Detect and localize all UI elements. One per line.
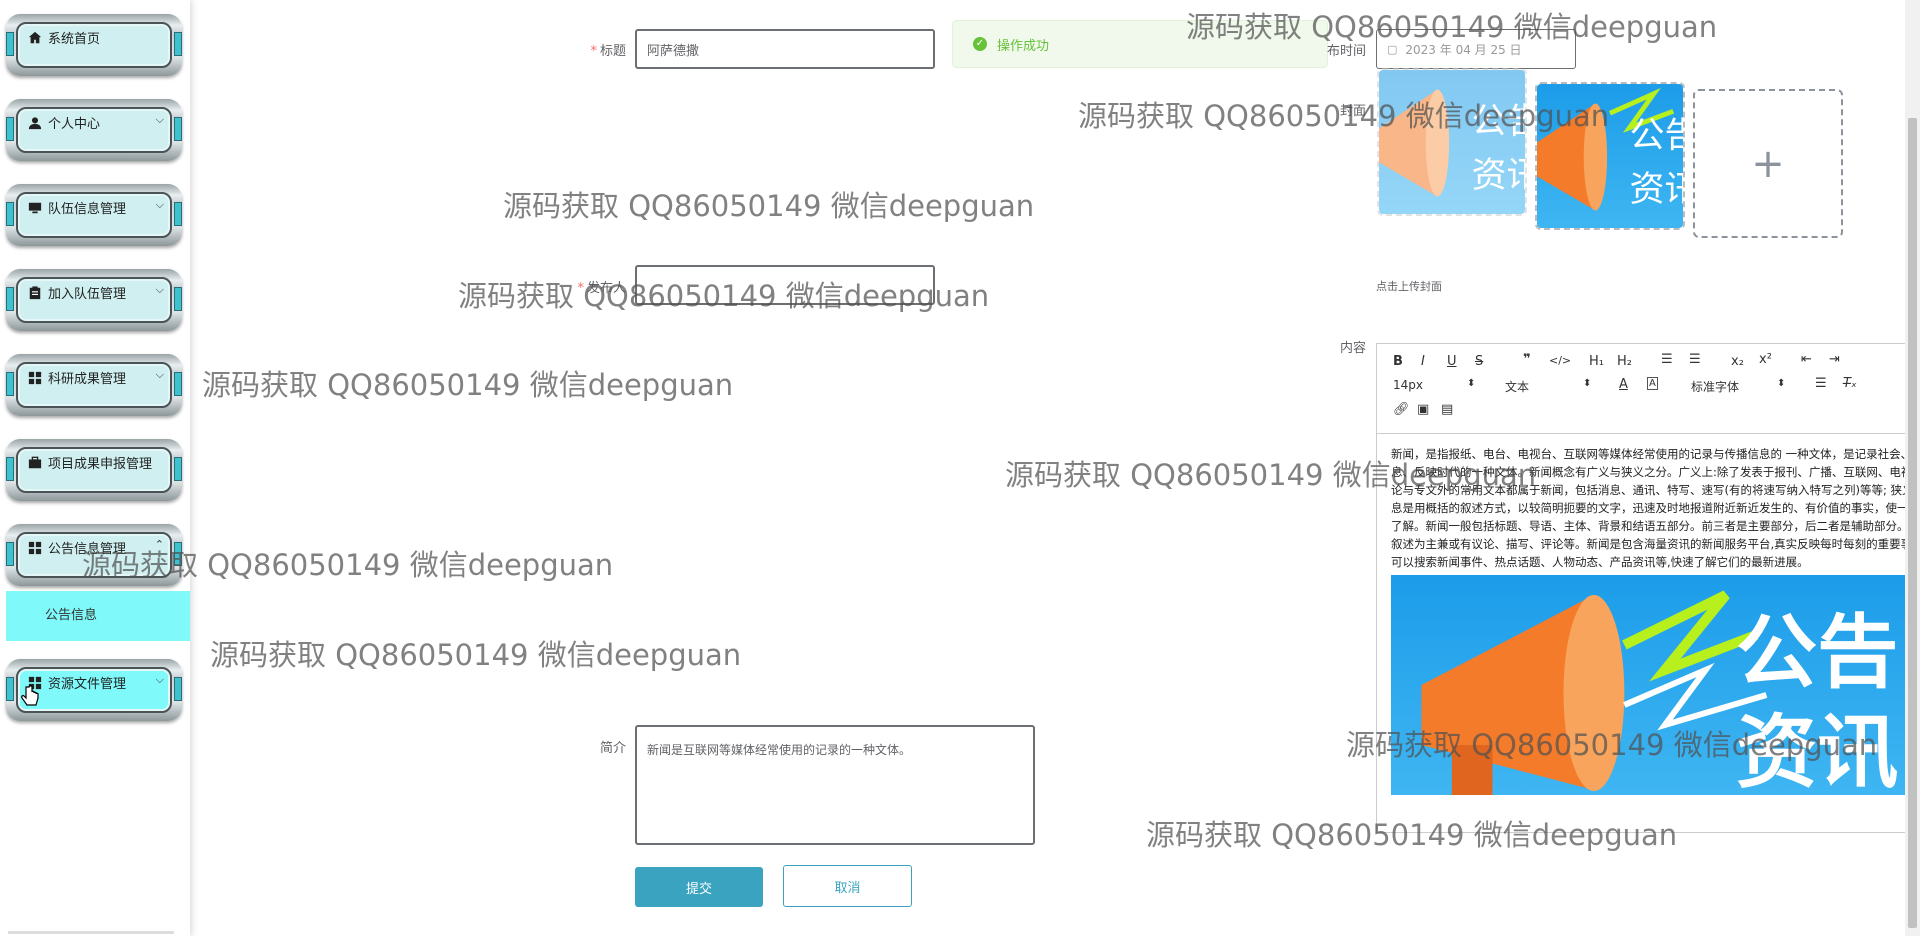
title-label: * 标题 — [590, 44, 626, 59]
sidebar-item-label: 科研成果管理 — [48, 372, 127, 387]
editor-paragraph: 新闻，是指报纸、电台、电视台、互联网等媒体经常使用的记录与传播信息的 一种文体，… — [1391, 447, 1920, 569]
paragraph-select[interactable]: 文本 — [1505, 378, 1529, 395]
font-family-arrows-icon: ⬍ — [1777, 378, 1786, 389]
bullet-list-icon[interactable]: ☰ — [1689, 352, 1701, 367]
grid-icon — [28, 541, 42, 554]
poster-text: 资讯 — [1629, 169, 1683, 210]
code-icon[interactable]: </> — [1549, 354, 1571, 367]
editor-toolbar: B I U S ❞ </> H₁ H₂ ☰ ☰ x₂ x² ⇤ ⇥ 14px ⬍… — [1377, 344, 1920, 434]
poster-text: 资讯 — [1736, 707, 1898, 795]
calendar-icon: ▢ — [1387, 42, 1398, 56]
indent-icon[interactable]: ⇥ — [1829, 352, 1840, 367]
quote-icon[interactable]: ❞ — [1523, 352, 1531, 367]
chevron-down-icon: ⌵ — [155, 198, 164, 211]
clear-format-icon[interactable]: T̶ₓ — [1843, 376, 1857, 391]
cover-thumbnail[interactable]: 公告资讯 — [1535, 82, 1685, 230]
cancel-button[interactable]: 取消 — [783, 865, 912, 907]
rich-text-editor[interactable]: B I U S ❞ </> H₁ H₂ ☰ ☰ x₂ x² ⇤ ⇥ 14px ⬍… — [1376, 343, 1920, 833]
font-color-icon[interactable]: A — [1619, 377, 1628, 392]
sidebar-item-label: 队伍信息管理 — [48, 202, 127, 217]
sidebar-item-research[interactable]: 科研成果管理 ⌵ — [6, 354, 182, 416]
sidebar-item-label: 系统首页 — [48, 32, 101, 47]
font-size-arrows-icon: ⬍ — [1467, 378, 1476, 389]
sidebar-item-personal-center[interactable]: 个人中心 ⌵ — [6, 99, 182, 161]
publish-time-label: 布时间 — [1326, 44, 1366, 59]
intro-label: 简介 — [599, 741, 626, 756]
outdent-icon[interactable]: ⇤ — [1801, 352, 1812, 367]
chevron-down-icon: ⌵ — [155, 673, 164, 686]
sidebar-item-team-info[interactable]: 队伍信息管理 ⌵ — [6, 184, 182, 246]
strike-icon[interactable]: S — [1475, 354, 1483, 369]
chevron-up-icon: ⌃ — [154, 538, 164, 551]
underline-icon[interactable]: U — [1447, 354, 1457, 369]
chevron-down-icon: ⌵ — [155, 283, 164, 296]
video-icon[interactable]: ▤ — [1441, 402, 1453, 417]
sidebar-item-join-team[interactable]: 加入队伍管理 ⌵ — [6, 269, 182, 331]
h1-icon[interactable]: H₁ — [1589, 354, 1604, 369]
sidebar-item-notice[interactable]: 公告信息管理 ⌃ — [6, 524, 182, 586]
content-label: 内容 — [1339, 341, 1366, 356]
font-size-select[interactable]: 14px — [1393, 378, 1423, 392]
upload-cover-button[interactable]: + — [1693, 89, 1843, 238]
cover-label: 封面 — [1339, 104, 1366, 119]
publish-time-value: 2023 年 04 月 25 日 — [1405, 42, 1522, 57]
poster-text: 资讯 — [1471, 155, 1525, 196]
publisher-input[interactable] — [635, 265, 935, 305]
ordered-list-icon[interactable]: ☰ — [1661, 352, 1673, 367]
intro-textarea[interactable]: 新闻是互联网等媒体经常使用的记录的一种文体。 — [635, 725, 1035, 845]
main-content: * 标题 阿萨德撒 ✓ 操作成功 布时间 ▢ 2023 年 04 月 25 日 封面 … — [190, 0, 1920, 936]
page-scrollbar[interactable] — [1905, 0, 1920, 936]
sidebar-item-label: 项目成果申报管理 — [48, 457, 153, 472]
superscript-icon[interactable]: x² — [1759, 352, 1772, 367]
plus-icon: + — [1751, 140, 1785, 187]
sidebar-scrollbar[interactable] — [8, 931, 174, 934]
italic-icon[interactable]: I — [1421, 354, 1425, 369]
poster-text: 公告 — [1629, 115, 1683, 156]
briefcase-icon — [28, 456, 42, 468]
upload-cover-hint: 点击上传封面 — [1376, 280, 1442, 293]
chevron-down-icon: ⌵ — [155, 368, 164, 381]
hand-cursor-icon — [21, 685, 39, 706]
paragraph-arrows-icon: ⬍ — [1583, 378, 1592, 389]
sidebar-item-home[interactable]: 系统首页 — [6, 14, 182, 76]
user-icon — [28, 116, 42, 129]
align-icon[interactable]: ☰ — [1815, 376, 1827, 391]
link-icon[interactable]: 🔗︎ — [1393, 402, 1410, 417]
h2-icon[interactable]: H₂ — [1617, 354, 1632, 369]
background-color-icon[interactable]: A — [1647, 377, 1658, 390]
publisher-label: * 发布人 — [577, 281, 626, 296]
sidebar-item-label: 公告信息管理 — [48, 542, 127, 557]
poster-text: 公告 — [1736, 607, 1898, 700]
sidebar-subitem-notice-info[interactable]: 公告信息 — [6, 591, 190, 641]
toast-message: 操作成功 — [997, 38, 1050, 54]
chevron-down-icon: ⌵ — [155, 113, 164, 126]
sidebar-item-label: 加入队伍管理 — [48, 287, 127, 302]
bold-icon[interactable]: B — [1393, 354, 1403, 369]
sidebar-item-project[interactable]: 项目成果申报管理 — [6, 439, 182, 501]
cover-thumbnail[interactable]: 公告资讯 — [1377, 68, 1527, 216]
sidebar-item-label: 资源文件管理 — [48, 677, 127, 692]
home-icon — [28, 31, 42, 43]
monitor-icon — [28, 202, 42, 213]
image-icon[interactable]: ▣ — [1417, 402, 1429, 417]
editor-content[interactable]: 新闻，是指报纸、电台、电视台、互联网等媒体经常使用的记录与传播信息的 一种文体，… — [1377, 435, 1920, 832]
subscript-icon[interactable]: x₂ — [1731, 354, 1744, 369]
grid-icon — [28, 371, 42, 384]
clipboard-icon — [29, 285, 41, 299]
title-input[interactable]: 阿萨德撒 — [635, 29, 935, 69]
editor-image: 公告 资讯 — [1391, 575, 1920, 800]
submit-button[interactable]: 提交 — [635, 867, 763, 907]
check-circle-icon: ✓ — [973, 37, 987, 51]
font-family-select[interactable]: 标准字体 — [1691, 378, 1739, 395]
publish-time-input[interactable]: ▢ 2023 年 04 月 25 日 — [1376, 29, 1576, 69]
poster-text: 公告 — [1471, 101, 1525, 142]
sidebar: 系统首页 个人中心 ⌵ 队伍信息管理 ⌵ 加入队伍管理 ⌵ 科研成果管理 ⌵ 项… — [0, 0, 190, 936]
sidebar-item-label: 个人中心 — [48, 117, 101, 132]
